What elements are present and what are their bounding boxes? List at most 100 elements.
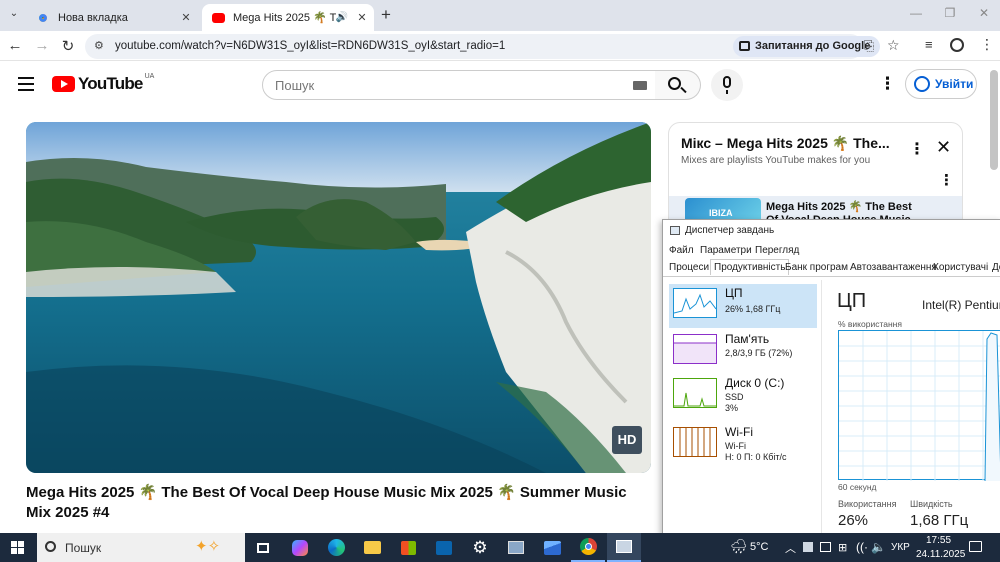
video-title: Mega Hits 2025 🌴 The Best Of Vocal Deep …: [26, 484, 627, 521]
forward-button[interactable]: →: [33, 37, 51, 54]
media-controls-icon[interactable]: ≡: [925, 37, 933, 52]
reload-button[interactable]: ↻: [59, 37, 77, 55]
keyboard-icon[interactable]: [633, 81, 647, 90]
tab-users[interactable]: Користувачі: [933, 262, 988, 273]
tray-app-icon-3[interactable]: ⊞: [838, 541, 847, 554]
menu-options[interactable]: Параметри: [700, 245, 752, 256]
clock-date[interactable]: 24.11.2025: [916, 549, 965, 560]
account-icon: [914, 76, 930, 92]
chrome-taskbar-icon[interactable]: [571, 533, 605, 562]
tab-details[interactable]: Де: [992, 262, 1000, 273]
video-player[interactable]: HD: [26, 122, 651, 473]
search-icon: [668, 77, 681, 90]
install-app-icon[interactable]: ⎘: [864, 38, 874, 54]
playlist-options-icon[interactable]: ⋮: [939, 171, 954, 189]
perf-item-name: ЦП: [725, 286, 743, 300]
close-tab-icon[interactable]: ✕: [354, 11, 370, 24]
taskbar-search-box[interactable]: Пошук ✦✧: [37, 533, 245, 562]
photos-icon[interactable]: [535, 533, 569, 562]
perf-item-memory[interactable]: Пам'ять 2,8/3,9 ГБ (72%): [669, 330, 817, 374]
browser-toolbar: ← → ↻ ⚙ youtube.com/watch?v=N6DW31S_oyI&…: [0, 31, 1000, 61]
playlist-title[interactable]: Мікс – Mega Hits 2025 🌴 The...: [681, 135, 891, 152]
notifications-icon[interactable]: [969, 541, 982, 552]
cpu-model-name: Intel(R) Pentium: [922, 298, 1000, 312]
wifi-mini-graph: [673, 427, 717, 457]
settings-gear-icon[interactable]: ⚙: [463, 533, 497, 562]
tab-performance[interactable]: Продуктивність: [710, 259, 790, 275]
task-manager-title: Диспетчер завдань: [685, 225, 775, 236]
youtube-logo[interactable]: YouTube UA: [52, 73, 154, 94]
sign-in-label: Увійти: [935, 77, 974, 91]
speaker-icon[interactable]: 🔊: [336, 12, 348, 23]
menu-file[interactable]: Файл: [669, 245, 694, 256]
tray-app-icon[interactable]: [803, 542, 813, 552]
ask-google-button[interactable]: Запитання до Google: [733, 36, 881, 57]
chrome-menu-icon[interactable]: ⋮: [980, 36, 994, 53]
playlist-item-title: Mega Hits 2025 🌴 The Best: [766, 201, 912, 213]
hamburger-menu-icon[interactable]: [18, 77, 34, 91]
tab-app-history[interactable]: Банк програм: [785, 262, 848, 273]
tab-startup[interactable]: Автозавантаження: [850, 262, 937, 273]
close-playlist-icon[interactable]: ✕: [936, 137, 951, 158]
restore-icon[interactable]: ❐: [940, 6, 960, 20]
perf-item-name: Диск 0 (C:): [725, 376, 785, 390]
perf-item-wifi[interactable]: Wi-Fi Wi-Fi Н: 0 П: 0 Кбіт/с: [669, 423, 817, 467]
tray-overflow-icon[interactable]: ︿: [785, 540, 796, 556]
microsoft-store-icon[interactable]: [391, 533, 425, 562]
menu-view[interactable]: Перегляд: [755, 245, 799, 256]
page-scrollbar[interactable]: [990, 70, 998, 170]
tab-search-button[interactable]: ⌄: [6, 8, 22, 24]
bookmark-star-icon[interactable]: ☆: [887, 37, 900, 54]
playlist-menu-icon[interactable]: ⋮: [909, 139, 925, 159]
search-button[interactable]: [655, 70, 701, 100]
tab-processes[interactable]: Процеси: [669, 262, 709, 273]
back-button[interactable]: ←: [6, 37, 24, 54]
site-info-icon[interactable]: ⚙: [94, 39, 104, 52]
search-highlight-icon: ✦✧: [195, 538, 221, 555]
tray-app-icon-2[interactable]: [820, 542, 831, 552]
chrome-icon: [36, 10, 50, 25]
weather-temperature[interactable]: 5°C: [750, 541, 768, 553]
outlook-icon[interactable]: [427, 533, 461, 562]
minimize-icon[interactable]: —: [906, 6, 926, 20]
hd-quality-badge: HD: [612, 426, 642, 454]
clock-time[interactable]: 17:55: [926, 535, 951, 546]
tab-new-tab[interactable]: Нова вкладка ✕: [26, 4, 202, 31]
detail-title: ЦП: [837, 290, 867, 312]
list-divider: [821, 280, 822, 534]
remote-app-icon[interactable]: [499, 533, 533, 562]
language-indicator[interactable]: УКР: [891, 542, 910, 553]
copilot-icon[interactable]: [283, 533, 317, 562]
start-button[interactable]: [11, 541, 24, 554]
sign-in-button[interactable]: Увійти: [905, 69, 977, 99]
address-bar[interactable]: ⚙ youtube.com/watch?v=N6DW31S_oyI&list=R…: [85, 34, 900, 59]
volume-icon[interactable]: 🔈: [871, 540, 886, 554]
edge-icon[interactable]: [319, 533, 353, 562]
windows-logo-icon: [11, 541, 17, 547]
new-tab-button[interactable]: +: [381, 5, 391, 25]
voice-search-button[interactable]: [711, 69, 743, 101]
weather-icon[interactable]: 🌧: [730, 538, 748, 555]
speed-label: Швидкість: [910, 499, 953, 509]
task-view-icon[interactable]: [246, 533, 280, 562]
close-window-icon[interactable]: ✕: [974, 6, 994, 20]
taskbar-search-placeholder: Пошук: [65, 541, 102, 555]
close-tab-icon[interactable]: ✕: [178, 11, 194, 24]
settings-menu-icon[interactable]: ⋮: [879, 74, 896, 94]
tab-youtube-active[interactable]: Mega Hits 2025 🌴 The Be 🔊 ✕: [202, 4, 374, 31]
usage-axis-label: % використання: [838, 319, 902, 329]
network-icon[interactable]: ((·: [856, 540, 868, 554]
memory-mini-graph: [673, 334, 717, 364]
playlist-subtitle: Mixes are playlists YouTube makes for yo…: [681, 155, 871, 166]
perf-item-disk[interactable]: Диск 0 (C:) SSD 3%: [669, 374, 817, 418]
search-input[interactable]: Пошук: [262, 70, 656, 100]
perf-item-cpu[interactable]: ЦП 26% 1,68 ГГц: [669, 284, 817, 328]
file-explorer-icon[interactable]: [355, 533, 389, 562]
task-manager-icon: [670, 226, 680, 235]
utilization-label: Використання: [838, 499, 897, 509]
profile-icon[interactable]: [950, 38, 964, 52]
lens-icon: [739, 41, 750, 51]
perf-item-detail: SSD: [725, 392, 744, 402]
task-manager-titlebar[interactable]: Диспетчер завдань: [663, 220, 1000, 242]
task-manager-taskbar-icon[interactable]: [607, 533, 641, 562]
